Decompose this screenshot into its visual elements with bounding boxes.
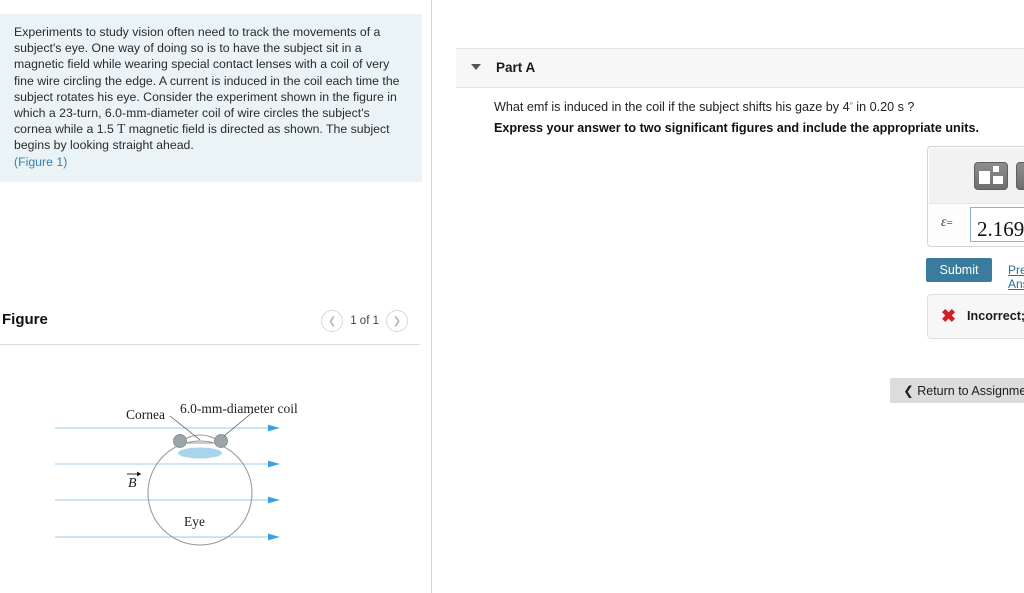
return-to-assignment-button[interactable]: ❮ Return to Assignment (890, 378, 1024, 403)
feedback-banner: ✖ Incorrect; Try Again; 4 attempts remai… (927, 294, 1024, 339)
field-label-arrowhead (137, 471, 142, 477)
answer-row: ε= 2.1694 • 10−4 V (928, 205, 1024, 247)
question-text: What emf is induced in the coil if the s… (494, 98, 914, 114)
left-panel: Experiments to study vision often need t… (0, 0, 432, 593)
cornea-label: Cornea (126, 407, 165, 422)
answer-mantissa: 2.1694 • 10 (977, 217, 1024, 241)
coil-dot-left (173, 434, 187, 448)
feedback-message: Incorrect; Try Again; 4 attempts remaini… (967, 309, 1024, 323)
magnetic-field-label: B (128, 476, 137, 491)
question-text-post: in 0.20 s ? (852, 100, 915, 114)
math-toolbar: μÅ ↶ ↷ ↻ ⌨ ? (929, 148, 1024, 204)
answer-entry-panel: μÅ ↶ ↷ ↻ ⌨ ? ε= 2.1694 • 10−4 V (927, 146, 1024, 247)
units-button[interactable]: μÅ (1016, 162, 1024, 190)
math-template-icon[interactable] (974, 162, 1008, 190)
caret-down-icon[interactable] (471, 64, 481, 70)
chevron-left-icon: ❮ (903, 384, 914, 398)
iris-ellipse (178, 447, 222, 459)
return-to-assignment-label: Return to Assignment (917, 384, 1024, 398)
problem-unit-mm: mm (126, 105, 147, 121)
error-x-icon: ✖ (941, 306, 957, 326)
chevron-left-icon[interactable]: ❮ (321, 310, 344, 332)
submit-button[interactable]: Submit (926, 258, 992, 282)
answer-value-input[interactable]: 2.1694 • 10−4 (970, 207, 1024, 242)
page-root: Experiments to study vision often need t… (0, 0, 1024, 593)
question-text-pre: What emf is induced in the coil if the s… (494, 100, 850, 114)
part-a-header[interactable]: Part A (456, 48, 1024, 88)
coil-label: 6.0-mm-diameter coil (180, 401, 298, 416)
eye-label: Eye (184, 514, 205, 529)
eye-diagram-svg: Cornea 6.0-mm-diameter coil Eye B (55, 401, 298, 546)
chevron-right-icon[interactable]: ❯ (386, 310, 408, 332)
figure-navigation: ❮ 1 of 1 ❯ (321, 310, 408, 332)
figure-title: Figure (2, 311, 48, 328)
magnetic-field-lines (55, 424, 280, 541)
previous-answers-link[interactable]: Previous Answers (1008, 263, 1024, 291)
part-a-label: Part A (496, 60, 536, 75)
figure-header: Figure ❮ 1 of 1 ❯ (0, 310, 420, 344)
figure-divider (0, 344, 420, 345)
eye-diagram: Cornea 6.0-mm-diameter coil Eye B (0, 350, 420, 580)
figure-counter: 1 of 1 (350, 315, 379, 327)
emf-symbol-label: ε= (941, 215, 953, 231)
coil-dot-right (214, 434, 228, 448)
equals-symbol: = (946, 217, 953, 229)
answer-instruction: Express your answer to two significant f… (494, 121, 979, 135)
problem-statement: Experiments to study vision often need t… (0, 14, 422, 182)
figure-1-link[interactable]: (Figure 1) (14, 155, 67, 169)
right-panel: Part A What emf is induced in the coil i… (433, 0, 1024, 593)
